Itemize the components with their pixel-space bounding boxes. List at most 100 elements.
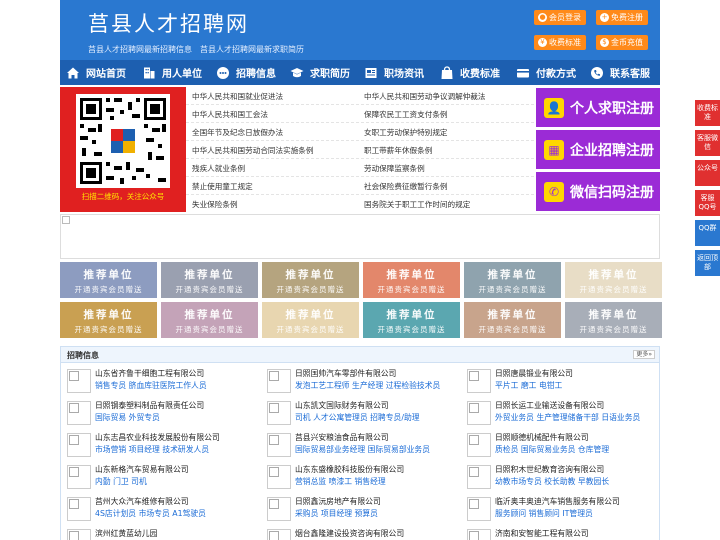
company-logo[interactable] xyxy=(67,529,91,540)
job-item[interactable]: 山东志昌农业科技发展股份有限公司 市场营销 项目经理 技术研发人员 xyxy=(63,429,259,461)
job-item[interactable]: 日照国帅汽车零部件有限公司 发泡工艺工程师 生产经理 过程检验技术员 xyxy=(263,365,459,397)
company-logo[interactable] xyxy=(67,369,91,393)
recommend-tile[interactable]: 推荐单位 开通贵宾会员赠送 xyxy=(565,262,662,298)
company-logo[interactable] xyxy=(467,497,491,521)
job-positions[interactable]: 采购员 项目经理 预算员 xyxy=(295,508,378,519)
job-positions[interactable]: 服务顾问 销售顾问 IT管理员 xyxy=(495,508,593,519)
company-name[interactable]: 日照国帅汽车零部件有限公司 xyxy=(295,368,396,379)
law-link[interactable]: 中华人民共和国劳动争议调解仲裁法 xyxy=(364,91,486,102)
job-positions[interactable]: 幼教市场专员 校长助教 早教园长 xyxy=(495,476,609,487)
login-button[interactable]: ● 会员登录 xyxy=(534,10,586,25)
law-link[interactable]: 残疾人就业条例 xyxy=(192,163,245,174)
ad-banner[interactable] xyxy=(60,214,660,259)
job-positions[interactable]: 市场营销 项目经理 技术研发人员 xyxy=(95,444,209,455)
company-logo[interactable] xyxy=(467,433,491,457)
register-button[interactable]: + 免费注册 xyxy=(596,10,648,25)
company-logo[interactable] xyxy=(267,401,291,425)
job-item[interactable]: 山东省齐鲁干细胞工程有限公司 销售专员 脐血库驻医院工作人员 xyxy=(63,365,259,397)
company-logo[interactable] xyxy=(67,497,91,521)
nav-resumes[interactable]: 求职简历 xyxy=(284,60,358,85)
job-item[interactable]: 莒州大众汽车维修有限公司 4S店计划员 市场专员 A1驾驶员 xyxy=(63,493,259,525)
job-item[interactable]: 日照鑫沅房地产有限公司 采购员 项目经理 预算员 xyxy=(263,493,459,525)
company-logo[interactable] xyxy=(267,497,291,521)
law-link[interactable]: 禁止使用童工规定 xyxy=(192,181,253,192)
job-positions[interactable]: 发泡工艺工程师 生产经理 过程检验技术员 xyxy=(295,380,440,391)
job-item[interactable]: 烟台鑫隆建设投资咨询有限公司销售经理 办公文员 xyxy=(263,525,459,540)
company-name[interactable]: 日照唐晨锻业有限公司 xyxy=(495,368,573,379)
company-name[interactable]: 山东志昌农业科技发展股份有限公司 xyxy=(95,432,220,443)
job-positions[interactable]: 营销总监 喷漆工 销售经理 xyxy=(295,476,386,487)
job-positions[interactable]: 4S店计划员 市场专员 A1驾驶员 xyxy=(95,508,206,519)
law-link[interactable]: 中华人民共和国就业促进法 xyxy=(192,91,283,102)
recommend-tile[interactable]: 推荐单位 开通贵宾会员赠送 xyxy=(262,262,359,298)
company-logo[interactable] xyxy=(67,401,91,425)
more-link[interactable]: 更多» xyxy=(633,350,655,359)
company-name[interactable]: 烟台鑫隆建设投资咨询有限公司 xyxy=(295,528,404,539)
company-name[interactable]: 山东省齐鲁干细胞工程有限公司 xyxy=(95,368,204,379)
nav-contact[interactable]: 联系客服 xyxy=(584,60,660,85)
job-positions[interactable]: 平片工 磨工 电钳工 xyxy=(495,380,562,391)
job-positions[interactable]: 内勤 门卫 司机 xyxy=(95,476,147,487)
job-item[interactable]: 临沂奥丰奥迪汽车销售服务有限公司 服务顾问 销售顾问 IT管理员 xyxy=(463,493,659,525)
company-name[interactable]: 山东凯文国际财务有限公司 xyxy=(295,400,389,411)
company-name[interactable]: 济南和安智能工程有限公司 xyxy=(495,528,589,539)
company-name[interactable]: 日照钢泰塑料制品有限责任公司 xyxy=(95,400,204,411)
job-positions[interactable]: 质检员 国际贸易业务员 仓库管理 xyxy=(495,444,609,455)
law-link[interactable]: 保障农民工工资支付条例 xyxy=(364,109,448,120)
company-logo[interactable] xyxy=(267,369,291,393)
wechat-register-button[interactable]: ✆ 微信扫码注册 xyxy=(536,172,660,211)
company-logo[interactable] xyxy=(67,465,91,489)
recommend-tile[interactable]: 推荐单位 开通贵宾会员赠送 xyxy=(565,302,662,338)
company-logo[interactable] xyxy=(67,433,91,457)
job-item[interactable]: 滨州红黄蓝幼儿园幼儿教师 xyxy=(63,525,259,540)
recommend-tile[interactable]: 推荐单位 开通贵宾会员赠送 xyxy=(363,302,460,338)
recharge-button[interactable]: $ 金币充值 xyxy=(596,35,648,50)
nav-employers[interactable]: 用人单位 xyxy=(136,60,210,85)
company-logo[interactable] xyxy=(267,465,291,489)
law-link[interactable]: 中华人民共和国工会法 xyxy=(192,109,268,120)
site-title[interactable]: 莒县人才招聘网 xyxy=(88,8,249,38)
law-link[interactable]: 全国年节及纪念日放假办法 xyxy=(192,127,283,138)
law-link[interactable]: 中华人民共和国劳动合同法实施条例 xyxy=(192,145,314,156)
company-logo[interactable] xyxy=(467,369,491,393)
recommend-tile[interactable]: 推荐单位 开通贵宾会员赠送 xyxy=(60,302,157,338)
side-pricing[interactable]: 收费标准 xyxy=(695,100,720,126)
recommend-tile[interactable]: 推荐单位 开通贵宾会员赠送 xyxy=(363,262,460,298)
job-item[interactable]: 莒县兴安粮油食品有限公司 国际贸易部业务经理 国际贸易部业务员 xyxy=(263,429,459,461)
company-name[interactable]: 日照鑫沅房地产有限公司 xyxy=(295,496,381,507)
law-link[interactable]: 女职工劳动保护特别规定 xyxy=(364,127,448,138)
recommend-tile[interactable]: 推荐单位 开通贵宾会员赠送 xyxy=(464,262,561,298)
side-official-account[interactable]: 公众号 xyxy=(695,160,720,186)
company-logo[interactable] xyxy=(267,433,291,457)
recommend-tile[interactable]: 推荐单位 开通贵宾会员赠送 xyxy=(262,302,359,338)
job-item[interactable]: 日照唐晨锻业有限公司 平片工 磨工 电钳工 xyxy=(463,365,659,397)
job-positions[interactable]: 外贸业务员 生产管理储备干部 日语业务员 xyxy=(495,412,640,423)
nav-news[interactable]: 职场资讯 xyxy=(358,60,434,85)
company-name[interactable]: 山东东盛橡胶科技股份有限公司 xyxy=(295,464,404,475)
company-name[interactable]: 莒县兴安粮油食品有限公司 xyxy=(295,432,389,443)
side-qq-group[interactable]: QQ群 xyxy=(695,220,720,246)
job-item[interactable]: 山东凯文国际财务有限公司 司机 人才公寓管理员 招聘专员/助理 xyxy=(263,397,459,429)
nav-home[interactable]: 网站首页 xyxy=(60,60,136,85)
company-logo[interactable] xyxy=(467,401,491,425)
job-item[interactable]: 日照积木世纪教育咨询有限公司 幼教市场专员 校长助教 早教园长 xyxy=(463,461,659,493)
company-name[interactable]: 临沂奥丰奥迪汽车销售服务有限公司 xyxy=(495,496,620,507)
job-item[interactable]: 日照顺德机械配件有限公司 质检员 国际贸易业务员 仓库管理 xyxy=(463,429,659,461)
recommend-tile[interactable]: 推荐单位 开通贵宾会员赠送 xyxy=(464,302,561,338)
job-item[interactable]: 济南和安智能工程有限公司预算员 xyxy=(463,525,659,540)
law-link[interactable]: 失业保险条例 xyxy=(192,199,238,210)
company-logo[interactable] xyxy=(467,529,491,540)
job-positions[interactable]: 国际贸易部业务经理 国际贸易部业务员 xyxy=(295,444,430,455)
job-item[interactable]: 山东新格汽车贸易有限公司 内勤 门卫 司机 xyxy=(63,461,259,493)
company-name[interactable]: 日照长运工业输送设备有限公司 xyxy=(495,400,604,411)
law-link[interactable]: 国务院关于职工工作时间的规定 xyxy=(364,199,470,210)
side-back-to-top[interactable]: 返回顶部 xyxy=(695,250,720,276)
pricing-button[interactable]: ¥ 收费标准 xyxy=(534,35,586,50)
recommend-tile[interactable]: 推荐单位 开通贵宾会员赠送 xyxy=(161,302,258,338)
company-logo[interactable] xyxy=(467,465,491,489)
company-name[interactable]: 滨州红黄蓝幼儿园 xyxy=(95,528,157,539)
company-name[interactable]: 山东新格汽车贸易有限公司 xyxy=(95,464,189,475)
company-logo[interactable] xyxy=(267,529,291,540)
recommend-tile[interactable]: 推荐单位 开通贵宾会员赠送 xyxy=(60,262,157,298)
law-link[interactable]: 劳动保障监察条例 xyxy=(364,163,425,174)
